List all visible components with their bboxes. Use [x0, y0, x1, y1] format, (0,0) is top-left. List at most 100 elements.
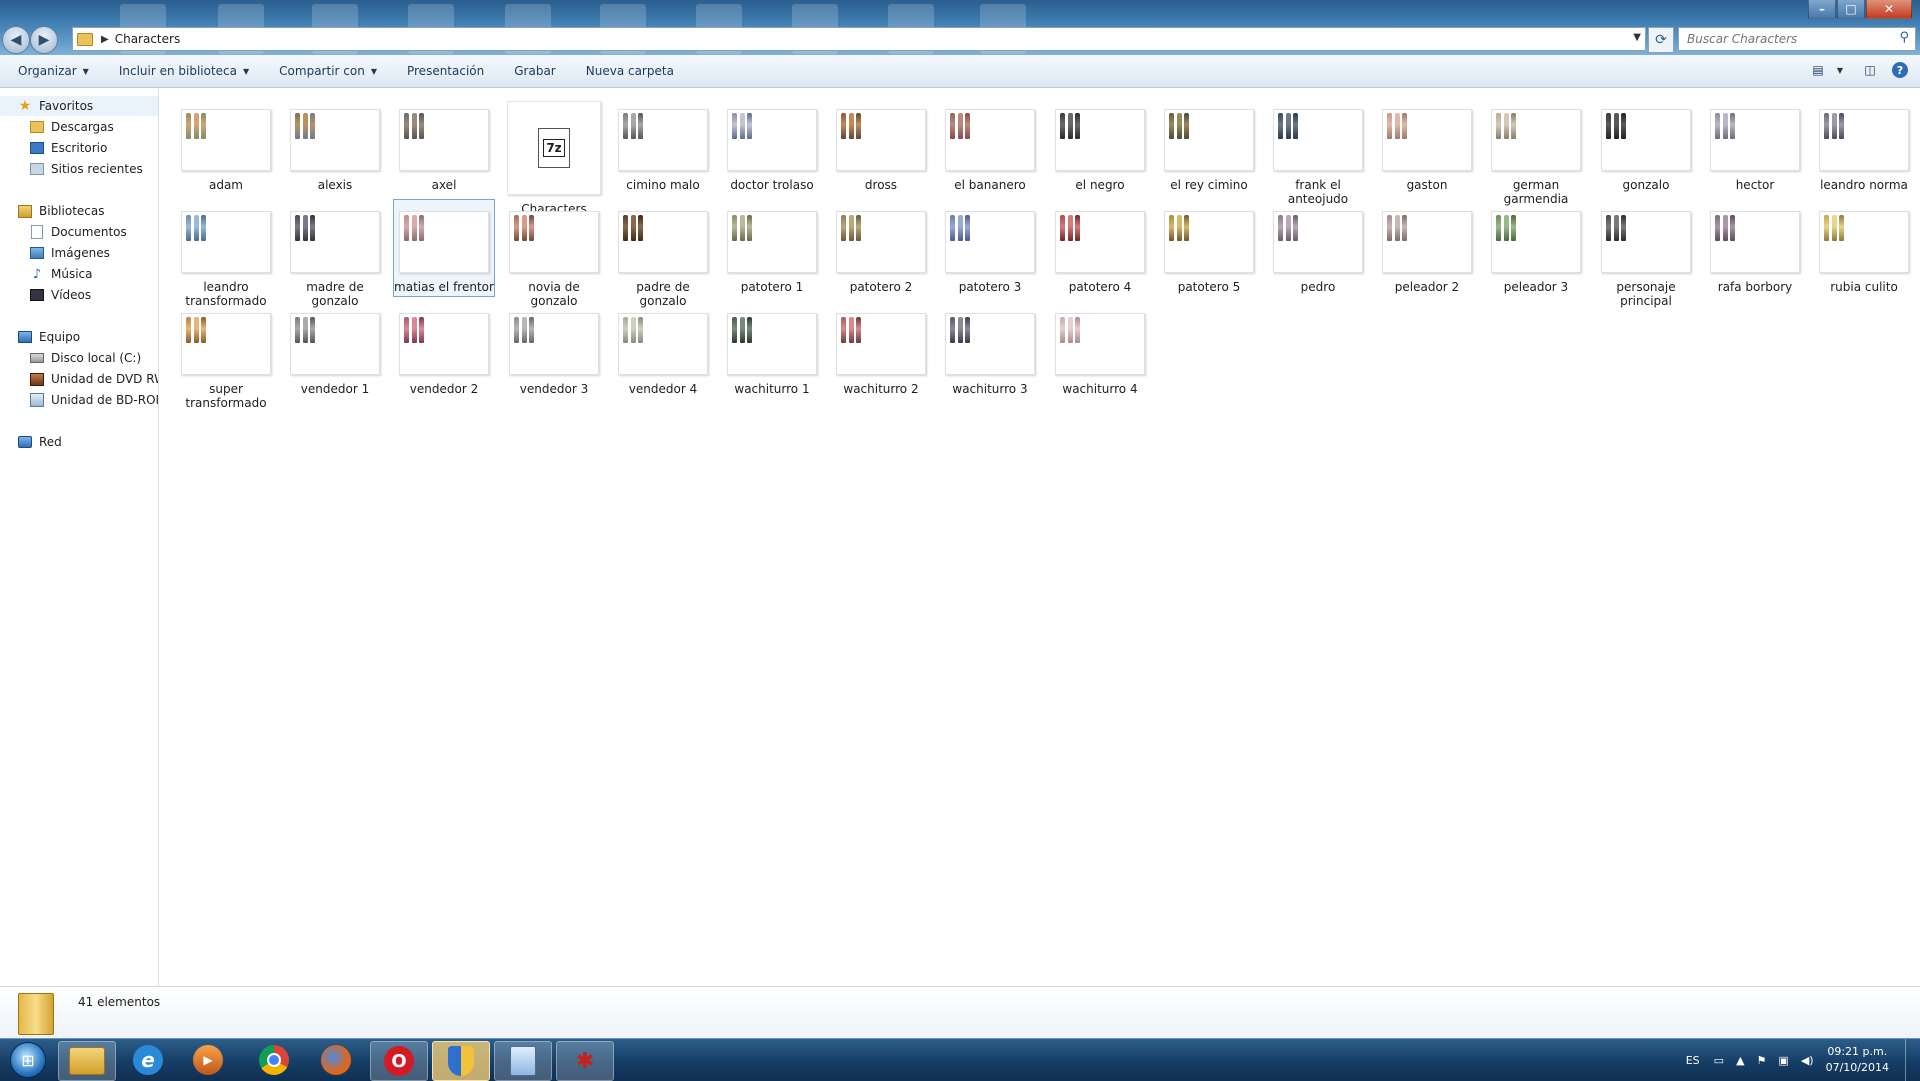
archive-thumbnail[interactable]: 7z	[507, 101, 601, 195]
sprite-thumbnail[interactable]	[181, 313, 271, 375]
sprite-thumbnail[interactable]	[181, 211, 271, 273]
sprite-thumbnail[interactable]	[1491, 109, 1581, 171]
file-item[interactable]: el bananero	[940, 98, 1040, 194]
nav-network[interactable]: Red	[18, 432, 62, 452]
sprite-thumbnail[interactable]	[1055, 313, 1145, 375]
sprite-thumbnail[interactable]	[1710, 211, 1800, 273]
sprite-thumbnail[interactable]	[1601, 211, 1691, 273]
close-button[interactable]: ✕	[1866, 0, 1912, 19]
file-item[interactable]: el negro	[1050, 98, 1150, 194]
file-tile[interactable]: patotero 3	[940, 200, 1040, 296]
file-item[interactable]: alexis	[285, 98, 385, 194]
view-dropdown-icon[interactable]: ▼	[1832, 62, 1848, 78]
sprite-thumbnail[interactable]	[1819, 109, 1909, 171]
change-view-icon[interactable]: ▤	[1810, 62, 1826, 78]
file-item[interactable]: gaston	[1377, 98, 1477, 194]
taskbar-explorer[interactable]	[58, 1041, 116, 1081]
file-item[interactable]: madre de gonzalo	[285, 200, 385, 310]
taskbar-notepad[interactable]	[494, 1041, 552, 1081]
nav-pictures[interactable]: Imágenes	[30, 243, 110, 263]
start-button[interactable]: ⊞	[4, 1041, 52, 1079]
file-item[interactable]: leandro transformado	[176, 200, 276, 310]
file-item[interactable]: pedro	[1268, 200, 1368, 296]
file-item[interactable]: padre de gonzalo	[613, 200, 713, 310]
file-item[interactable]: patotero 3	[940, 200, 1040, 296]
sprite-thumbnail[interactable]	[1601, 109, 1691, 171]
address-dropdown-icon[interactable]: ▼	[1633, 32, 1641, 43]
nav-computer[interactable]: Equipo	[18, 327, 80, 347]
file-item[interactable]: vendedor 1	[285, 302, 385, 398]
sprite-thumbnail[interactable]	[727, 313, 817, 375]
sprite-thumbnail[interactable]	[290, 211, 380, 273]
file-tile[interactable]: leandro norma	[1814, 98, 1914, 194]
keyboard-icon[interactable]: ▭	[1714, 1054, 1724, 1067]
language-indicator[interactable]: ES	[1686, 1054, 1700, 1067]
file-tile[interactable]: el rey cimino	[1159, 98, 1259, 194]
minimize-button[interactable]: –	[1808, 0, 1836, 19]
taskbar-security[interactable]	[432, 1041, 490, 1081]
file-item[interactable]: hector	[1705, 98, 1805, 194]
file-tile[interactable]: super transformado	[176, 302, 276, 412]
file-item[interactable]: personaje principal	[1596, 200, 1696, 310]
file-item[interactable]: novia de gonzalo	[504, 200, 604, 310]
sprite-thumbnail[interactable]	[836, 313, 926, 375]
sprite-thumbnail[interactable]	[618, 313, 708, 375]
taskbar-media-player[interactable]: ▶	[180, 1041, 236, 1079]
file-tile[interactable]: wachiturro 1	[722, 302, 822, 398]
sprite-thumbnail[interactable]	[836, 211, 926, 273]
file-item[interactable]: rubia culito	[1814, 200, 1914, 296]
clock[interactable]: 09:21 p.m. 07/10/2014	[1826, 1044, 1889, 1076]
show-hidden-icons-icon[interactable]: ▲	[1736, 1054, 1744, 1067]
file-tile[interactable]: el negro	[1050, 98, 1150, 194]
file-tile[interactable]: rafa borbory	[1705, 200, 1805, 296]
back-button[interactable]: ◀	[2, 26, 30, 54]
nav-dvd-drive[interactable]: Unidad de DVD RW (	[30, 369, 158, 389]
file-tile[interactable]: hector	[1705, 98, 1805, 194]
file-item[interactable]: wachiturro 4	[1050, 302, 1150, 398]
taskbar-firefox[interactable]	[308, 1041, 364, 1079]
nav-bd-rom-drive[interactable]: Unidad de BD-ROM	[30, 390, 158, 410]
organize-menu[interactable]: Organizar ▼	[18, 64, 89, 78]
sprite-thumbnail[interactable]	[290, 313, 380, 375]
file-item[interactable]: patotero 5	[1159, 200, 1259, 296]
sprite-thumbnail[interactable]	[1382, 109, 1472, 171]
file-item[interactable]: german garmendia	[1486, 98, 1586, 208]
file-tile[interactable]: alexis	[285, 98, 385, 194]
file-tile[interactable]: matias el frentor	[393, 199, 495, 297]
file-item[interactable]: wachiturro 2	[831, 302, 931, 398]
file-item[interactable]: frank el anteojudo	[1268, 98, 1368, 208]
file-tile[interactable]: gaston	[1377, 98, 1477, 194]
volume-icon[interactable]: ◀)	[1801, 1054, 1814, 1067]
file-item[interactable]: vendedor 3	[504, 302, 604, 398]
nav-recent-places[interactable]: Sitios recientes	[30, 159, 143, 179]
taskbar-chrome[interactable]	[246, 1041, 302, 1079]
nav-downloads[interactable]: Descargas	[30, 117, 114, 137]
file-tile[interactable]: leandro transformado	[176, 200, 276, 310]
sprite-thumbnail[interactable]	[1273, 109, 1363, 171]
file-item[interactable]: cimino malo	[613, 98, 713, 194]
file-item[interactable]: vendedor 2	[394, 302, 494, 398]
address-bar[interactable]: ▶ Characters ▼	[72, 27, 1646, 51]
sprite-thumbnail[interactable]	[399, 211, 489, 273]
file-item[interactable]: axel	[394, 98, 494, 194]
sprite-thumbnail[interactable]	[945, 313, 1035, 375]
breadcrumb-chevron-icon[interactable]: ▶	[101, 34, 109, 45]
file-tile[interactable]: german garmendia	[1486, 98, 1586, 208]
sprite-thumbnail[interactable]	[399, 313, 489, 375]
sprite-thumbnail[interactable]	[618, 211, 708, 273]
sprite-thumbnail[interactable]	[1382, 211, 1472, 273]
file-tile[interactable]: wachiturro 4	[1050, 302, 1150, 398]
file-tile[interactable]: vendedor 3	[504, 302, 604, 398]
file-tile[interactable]: gonzalo	[1596, 98, 1696, 194]
file-tile[interactable]: patotero 4	[1050, 200, 1150, 296]
file-item[interactable]: peleador 2	[1377, 200, 1477, 296]
breadcrumb-characters[interactable]: Characters	[115, 32, 181, 46]
sprite-thumbnail[interactable]	[945, 109, 1035, 171]
file-tile[interactable]: padre de gonzalo	[613, 200, 713, 310]
sprite-thumbnail[interactable]	[1710, 109, 1800, 171]
action-center-flag-icon[interactable]: ⚑	[1757, 1054, 1767, 1067]
file-item[interactable]: patotero 4	[1050, 200, 1150, 296]
include-in-library-menu[interactable]: Incluir en biblioteca ▼	[119, 64, 249, 78]
file-item[interactable]: wachiturro 3	[940, 302, 1040, 398]
file-tile[interactable]: wachiturro 2	[831, 302, 931, 398]
